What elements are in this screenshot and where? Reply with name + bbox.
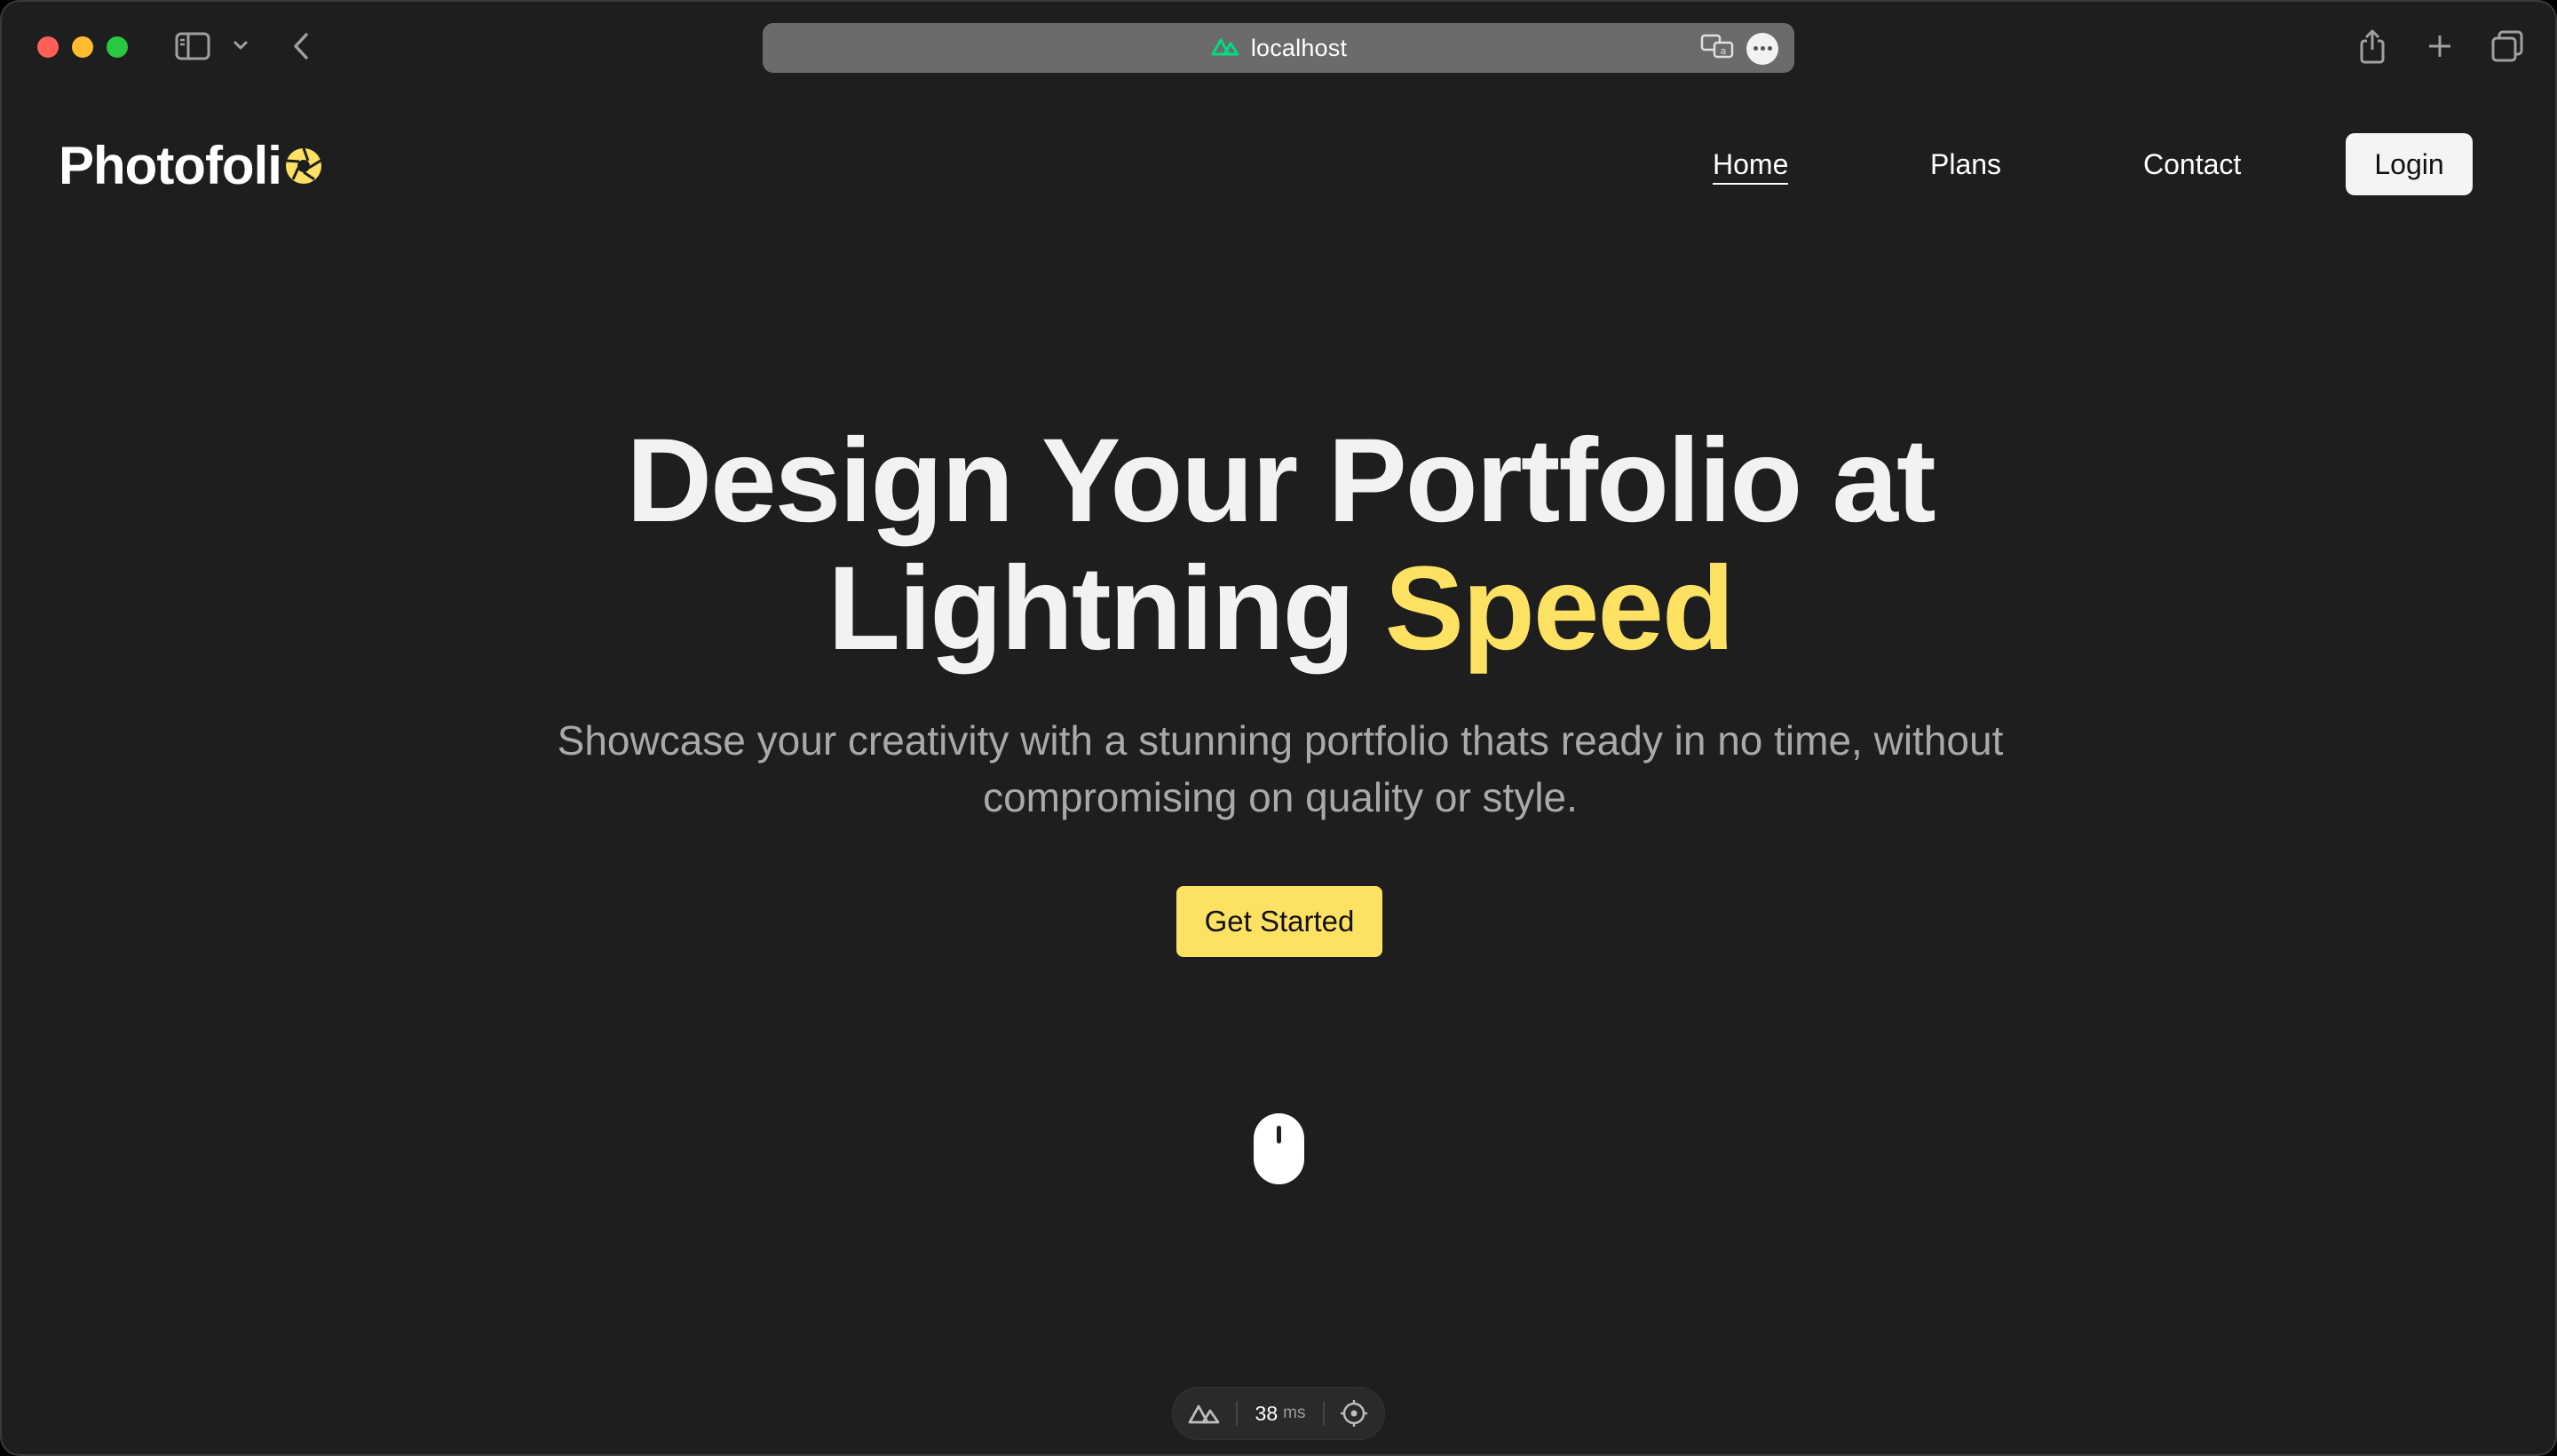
- new-tab-plus-icon[interactable]: [2424, 30, 2456, 62]
- hero-title-line1: Design Your Portfolio at: [626, 415, 1936, 547]
- hero-title-line2: Lightning: [827, 542, 1355, 675]
- login-button[interactable]: Login: [2346, 133, 2473, 195]
- camera-aperture-icon: [284, 137, 323, 198]
- zoom-window-button[interactable]: [107, 36, 128, 58]
- close-window-button[interactable]: [37, 36, 59, 58]
- url-text: localhost: [1250, 34, 1348, 61]
- browser-toolbar: localhost a: [2, 2, 2555, 91]
- more-options-icon[interactable]: [1746, 32, 1778, 65]
- render-time-value: 38: [1255, 1401, 1278, 1425]
- hero-subtitle-line2: compromising on quality or style.: [983, 774, 1578, 820]
- svg-text:a: a: [1721, 45, 1727, 57]
- scroll-mouse-icon: [1254, 1113, 1304, 1184]
- hero-subtitle-line1: Showcase your creativity with a stunning…: [557, 717, 2004, 764]
- share-icon[interactable]: [2356, 27, 2388, 66]
- nuxt-site-icon: [1210, 36, 1240, 61]
- address-bar[interactable]: localhost a: [763, 23, 1794, 73]
- site-logo[interactable]: Photofoli: [59, 133, 323, 198]
- sidebar-toggle-icon[interactable]: [174, 30, 211, 62]
- hero-title-accent: Speed: [1384, 542, 1735, 675]
- nuxt-devtools-icon[interactable]: [1173, 1388, 1236, 1439]
- get-started-button[interactable]: Get Started: [1176, 886, 1382, 957]
- render-time-readout[interactable]: 38 ms: [1238, 1388, 1322, 1439]
- nav-link-contact[interactable]: Contact: [2143, 148, 2241, 181]
- dev-toolbar[interactable]: 38 ms: [1172, 1387, 1385, 1440]
- mouse-wheel: [1277, 1126, 1281, 1143]
- render-time-unit: ms: [1283, 1404, 1306, 1422]
- browser-window: localhost a Photofoli Home Plans Contact…: [0, 0, 2557, 1456]
- logo-text: Photofoli: [59, 136, 282, 195]
- nav-link-home[interactable]: Home: [1713, 148, 1789, 185]
- translate-icon[interactable]: a: [1700, 32, 1736, 65]
- hero-title: Design Your Portfolio at Lightning Speed: [2, 415, 2555, 675]
- inspect-target-icon[interactable]: [1325, 1388, 1384, 1439]
- nav-link-plans[interactable]: Plans: [1930, 148, 2001, 181]
- minimize-window-button[interactable]: [72, 36, 93, 58]
- tab-overview-icon[interactable]: [2490, 28, 2525, 64]
- back-arrow-icon[interactable]: [288, 30, 314, 62]
- chevron-down-icon[interactable]: [231, 36, 250, 55]
- hero-subtitle: Showcase your creativity with a stunning…: [2, 712, 2555, 826]
